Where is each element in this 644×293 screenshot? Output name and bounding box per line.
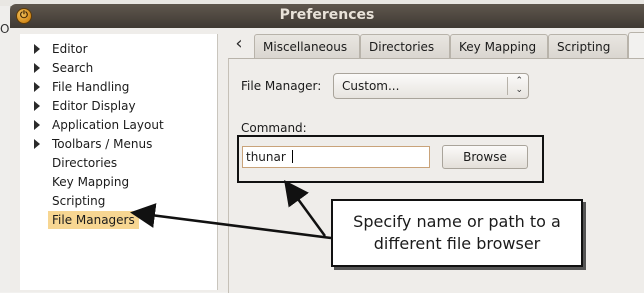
- select-divider: [507, 77, 508, 95]
- command-value: thunar: [246, 150, 286, 164]
- text-cursor: [292, 150, 293, 163]
- updown-arrows-icon: ⌃ ⌄: [515, 76, 523, 95]
- tab-scripting[interactable]: Scripting: [548, 34, 628, 59]
- background-text: Op: [0, 22, 10, 36]
- expand-arrow-icon[interactable]: [34, 44, 40, 54]
- browse-button[interactable]: Browse: [442, 145, 528, 169]
- tab-file-managers[interactable]: [628, 32, 644, 59]
- annotation-line-1: Specify name or path to a: [353, 212, 561, 231]
- command-input[interactable]: thunar: [242, 146, 430, 168]
- file-manager-select[interactable]: Custom... ⌃ ⌄: [333, 73, 529, 99]
- preferences-tree[interactable]: Editor Search File Handling Editor Displ…: [20, 34, 218, 290]
- expand-arrow-icon[interactable]: [34, 120, 40, 130]
- tab-key-mapping[interactable]: Key Mapping: [450, 34, 548, 59]
- tab-miscellaneous[interactable]: Miscellaneous: [254, 34, 360, 59]
- file-manager-label: File Manager:: [241, 79, 322, 93]
- command-label: Command:: [241, 121, 307, 135]
- annotation-line-2: different file browser: [373, 234, 541, 253]
- expand-arrow-icon[interactable]: [34, 139, 40, 149]
- tab-bar: ‹ Miscellaneous Directories Key Mapping …: [226, 32, 644, 59]
- expand-arrow-icon[interactable]: [34, 63, 40, 73]
- window-title: Preferences: [279, 7, 375, 23]
- expand-arrow-icon[interactable]: [34, 101, 40, 111]
- expand-arrow-icon[interactable]: [34, 82, 40, 92]
- annotation-callout: Specify name or path to a different file…: [331, 199, 583, 267]
- title-bar[interactable]: ⏻ Preferences: [10, 4, 644, 28]
- file-manager-value: Custom...: [342, 79, 400, 93]
- tab-scroll-left-icon[interactable]: ‹: [230, 32, 248, 58]
- tab-directories[interactable]: Directories: [360, 34, 450, 59]
